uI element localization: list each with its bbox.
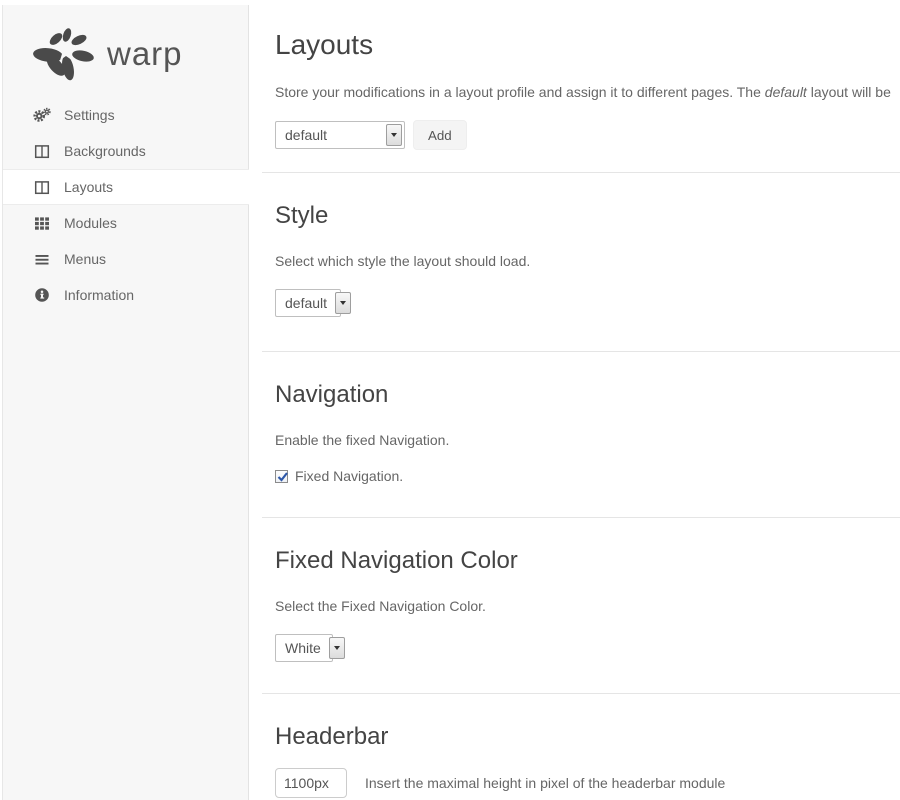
navigation-section-title: Navigation: [275, 380, 900, 410]
style-select-value: default: [276, 290, 335, 316]
fixed-navigation-color-section-title: Fixed Navigation Color: [275, 546, 900, 576]
style-description: Select which style the layout should loa…: [275, 251, 900, 271]
sidebar-item-layouts[interactable]: Layouts: [3, 169, 249, 205]
add-layout-button[interactable]: Add: [413, 120, 467, 150]
headerbar-height-input[interactable]: [275, 768, 347, 798]
warp-logo: warp: [3, 5, 248, 81]
layout-profile-select-value: default: [276, 122, 386, 148]
sidebar-item-information[interactable]: Information: [3, 277, 248, 313]
sidebar-item-modules[interactable]: Modules: [3, 205, 248, 241]
fixed-navigation-checkbox-row[interactable]: Fixed Navigation.: [275, 468, 900, 484]
chevron-down-icon[interactable]: [386, 124, 402, 146]
navigation-description: Enable the fixed Navigation.: [275, 430, 900, 450]
sidebar-nav: Settings Backgrounds Layouts: [3, 97, 248, 313]
page-title: Layouts: [275, 28, 900, 62]
layout-profile-select[interactable]: default: [275, 121, 405, 149]
layouts-description: Store your modifications in a layout pro…: [275, 82, 900, 102]
sidebar-item-label: Layouts: [64, 179, 113, 195]
sidebar-item-backgrounds[interactable]: Backgrounds: [3, 133, 248, 169]
sidebar-item-label: Settings: [64, 107, 115, 123]
grid-icon: [33, 216, 51, 231]
brand-name: warp: [107, 37, 183, 70]
layouts-description-text: Store your modifications in a layout pro…: [275, 84, 765, 100]
sidebar-item-settings[interactable]: Settings: [3, 97, 248, 133]
sidebar-item-label: Modules: [64, 215, 117, 231]
chevron-down-icon[interactable]: [335, 292, 351, 314]
checkbox-checked-icon[interactable]: [275, 470, 288, 483]
sidebar-item-label: Backgrounds: [64, 143, 146, 159]
bars-icon: [33, 252, 51, 267]
section-divider: [262, 351, 900, 352]
layout-profile-controls: default Add: [275, 120, 900, 150]
sidebar-item-label: Menus: [64, 251, 106, 267]
layouts-description-text: layout will be: [807, 84, 891, 100]
headerbar-controls: Insert the maximal height in pixel of th…: [275, 768, 900, 798]
columns-icon: [33, 144, 51, 159]
columns-icon: [33, 180, 51, 195]
fixed-navigation-color-select-value: White: [276, 635, 329, 661]
fixed-navigation-color-select[interactable]: White: [275, 634, 333, 662]
section-divider: [262, 517, 900, 518]
chevron-down-icon[interactable]: [329, 637, 345, 659]
sidebar: warp Settings: [2, 5, 249, 800]
main-content: Layouts Store your modifications in a la…: [250, 28, 900, 798]
sidebar-item-label: Information: [64, 287, 134, 303]
style-controls: default: [275, 289, 900, 317]
fixed-navigation-color-description: Select the Fixed Navigation Color.: [275, 596, 900, 616]
style-select[interactable]: default: [275, 289, 341, 317]
section-divider: [262, 172, 900, 173]
layouts-description-italic: default: [765, 84, 807, 100]
sidebar-item-menus[interactable]: Menus: [3, 241, 248, 277]
section-divider: [262, 693, 900, 694]
headerbar-section-title: Headerbar: [275, 722, 900, 752]
warp-leaf-icon: [31, 25, 103, 81]
fixed-navigation-color-controls: White: [275, 634, 900, 662]
info-circle-icon: [33, 287, 51, 303]
cogs-icon: [33, 107, 51, 123]
headerbar-input-description: Insert the maximal height in pixel of th…: [365, 775, 725, 791]
style-section-title: Style: [275, 201, 900, 231]
fixed-navigation-checkbox-label: Fixed Navigation.: [295, 468, 403, 484]
